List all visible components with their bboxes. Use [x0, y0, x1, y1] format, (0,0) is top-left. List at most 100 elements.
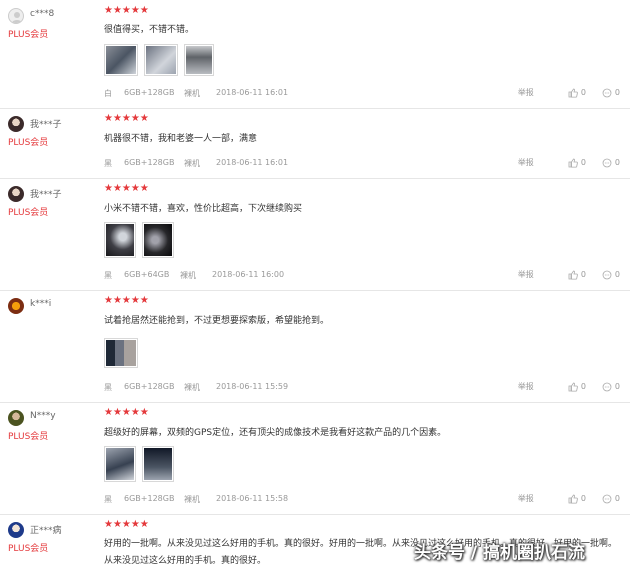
- review-meta: 黑 6GB+128GB 裸机 2018-06-11 16:01: [104, 158, 288, 169]
- like-button[interactable]: 0: [568, 158, 586, 168]
- review-image-thumb[interactable]: [104, 446, 136, 482]
- product-color: 黑: [104, 159, 112, 168]
- review-images: [104, 44, 214, 76]
- reply-count: 0: [614, 270, 620, 279]
- star-rating: ★★★★★: [104, 183, 149, 194]
- reply-button[interactable]: 0: [602, 494, 620, 504]
- like-button[interactable]: 0: [568, 494, 586, 504]
- like-button[interactable]: 0: [568, 88, 586, 98]
- report-button[interactable]: 举报: [518, 87, 534, 98]
- product-kind: 裸机: [184, 159, 200, 168]
- review-text: 机器很不错，我和老婆一人一部，满意: [104, 134, 258, 144]
- review-actions: 举报 0 0: [518, 381, 620, 392]
- review-image-thumb[interactable]: [104, 44, 138, 76]
- star-rating: ★★★★★: [104, 113, 149, 124]
- reply-button[interactable]: 0: [602, 88, 620, 98]
- avatar[interactable]: [8, 410, 24, 426]
- review-meta: 黑 6GB+128GB 裸机 2018-06-11 15:59: [104, 382, 288, 393]
- reply-count: 0: [614, 382, 620, 391]
- review-image-thumb[interactable]: [104, 338, 138, 368]
- product-color: 黑: [104, 271, 112, 280]
- product-kind: 裸机: [184, 89, 200, 98]
- like-count: 0: [580, 158, 586, 167]
- review-date: 2018-06-11 16:00: [212, 270, 285, 279]
- review-images: [104, 222, 174, 258]
- star-rating: ★★★★★: [104, 295, 149, 306]
- reply-count: 0: [614, 88, 620, 97]
- product-color: 白: [104, 89, 112, 98]
- review-actions: 举报 0 0: [518, 157, 620, 168]
- review-image-thumb[interactable]: [142, 222, 174, 258]
- plus-badge: PLUS会员: [8, 30, 49, 40]
- review-image-thumb[interactable]: [104, 222, 136, 258]
- plus-badge: PLUS会员: [8, 208, 49, 218]
- review-image-thumb[interactable]: [184, 44, 214, 76]
- product-kind: 裸机: [180, 271, 196, 280]
- thumbs-up-icon: [568, 382, 578, 391]
- thumbs-up-icon: [568, 494, 578, 503]
- report-button[interactable]: 举报: [518, 157, 534, 168]
- product-kind: 裸机: [184, 495, 200, 504]
- review-actions: 举报 0 0: [518, 87, 620, 98]
- review-images: [104, 338, 138, 368]
- username[interactable]: 我***子: [30, 117, 62, 130]
- reply-button[interactable]: 0: [602, 382, 620, 392]
- review-item: N***y PLUS会员 ★★★★★ 超级好的屏幕，双频的GPS定位，还有顶尖的…: [0, 402, 630, 515]
- comment-icon: [602, 158, 612, 167]
- username[interactable]: 我***子: [30, 187, 62, 200]
- review-image-thumb[interactable]: [142, 446, 174, 482]
- like-button[interactable]: 0: [568, 270, 586, 280]
- comment-icon: [602, 382, 612, 391]
- product-version: 6GB+128GB: [124, 382, 175, 391]
- comment-icon: [602, 494, 612, 503]
- review-text: 很值得买，不错不错。: [104, 25, 195, 35]
- watermark: 头条号 / 搞机圈扒石流: [414, 543, 586, 563]
- review-item: 我***子 PLUS会员 ★★★★★ 机器很不错，我和老婆一人一部，满意 黑 6…: [0, 108, 630, 179]
- username[interactable]: 正***病: [30, 523, 62, 536]
- review-image-thumb[interactable]: [144, 44, 178, 76]
- report-button[interactable]: 举报: [518, 269, 534, 280]
- like-count: 0: [580, 382, 586, 391]
- product-version: 6GB+64GB: [124, 270, 170, 279]
- report-button[interactable]: 举报: [518, 381, 534, 392]
- plus-badge: PLUS会员: [8, 138, 49, 148]
- review-meta: 黑 6GB+64GB 裸机 2018-06-11 16:00: [104, 270, 284, 281]
- star-rating: ★★★★★: [104, 519, 149, 530]
- review-date: 2018-06-11 16:01: [216, 88, 289, 97]
- comment-icon: [602, 270, 612, 279]
- reply-count: 0: [614, 158, 620, 167]
- avatar[interactable]: [8, 298, 24, 314]
- review-meta: 黑 6GB+128GB 裸机 2018-06-11 15:58: [104, 494, 288, 505]
- star-rating: ★★★★★: [104, 5, 149, 16]
- username[interactable]: c***8: [30, 9, 54, 19]
- thumbs-up-icon: [568, 158, 578, 167]
- reply-button[interactable]: 0: [602, 270, 620, 280]
- thumbs-up-icon: [568, 88, 578, 97]
- review-date: 2018-06-11 15:58: [216, 494, 289, 503]
- username[interactable]: k***i: [30, 299, 51, 309]
- product-version: 6GB+128GB: [124, 494, 175, 503]
- like-count: 0: [580, 88, 586, 97]
- plus-badge: PLUS会员: [8, 544, 49, 554]
- avatar[interactable]: [8, 522, 24, 538]
- product-version: 6GB+128GB: [124, 88, 175, 97]
- username[interactable]: N***y: [30, 411, 56, 421]
- avatar[interactable]: [8, 116, 24, 132]
- like-count: 0: [580, 494, 586, 503]
- avatar[interactable]: [8, 8, 24, 24]
- report-button[interactable]: 举报: [518, 493, 534, 504]
- product-version: 6GB+128GB: [124, 158, 175, 167]
- review-text: 小米不错不错，喜欢，性价比超高，下次继续购买: [104, 204, 303, 214]
- avatar[interactable]: [8, 186, 24, 202]
- comment-icon: [602, 88, 612, 97]
- reply-button[interactable]: 0: [602, 158, 620, 168]
- avatar-placeholder-icon: [12, 12, 22, 23]
- review-actions: 举报 0 0: [518, 493, 620, 504]
- like-button[interactable]: 0: [568, 382, 586, 392]
- review-actions: 举报 0 0: [518, 269, 620, 280]
- review-item: c***8 PLUS会员 ★★★★★ 很值得买，不错不错。 白 6GB+128G…: [0, 0, 630, 109]
- thumbs-up-icon: [568, 270, 578, 279]
- product-color: 黑: [104, 383, 112, 392]
- review-text: 超级好的屏幕，双频的GPS定位，还有顶尖的成像技术是我看好这款产品的几个因素。: [104, 428, 447, 438]
- reply-count: 0: [614, 494, 620, 503]
